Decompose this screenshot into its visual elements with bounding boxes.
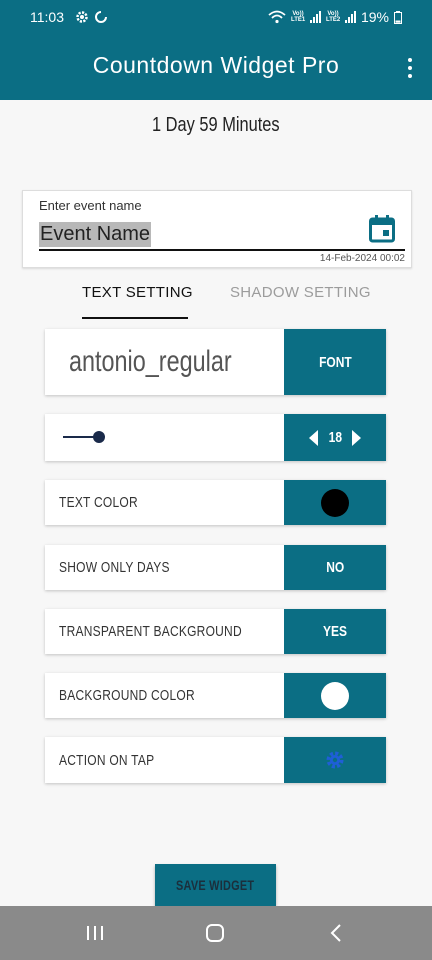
background-color-row: BACKGROUND COLOR: [45, 673, 386, 718]
sim2-label: Vo)) LTE2: [325, 11, 341, 23]
back-icon[interactable]: [324, 921, 350, 945]
signal-1-icon: [309, 11, 321, 23]
battery-icon: [394, 10, 402, 24]
background-color-button[interactable]: [284, 673, 386, 718]
size-slider-thumb[interactable]: [93, 431, 105, 443]
navigation-bar: [0, 906, 432, 960]
font-name: antonio_regular: [69, 345, 232, 378]
font-row: antonio_regular FONT: [45, 329, 386, 395]
tab-shadow-setting[interactable]: SHADOW SETTING: [230, 284, 371, 301]
transparent-background-label: TRANSPARENT BACKGROUND: [59, 623, 242, 640]
action-on-tap-button[interactable]: [284, 737, 386, 783]
gear-icon: [326, 751, 344, 769]
more-options-icon[interactable]: [406, 58, 414, 78]
signal-2-icon: [344, 11, 356, 23]
action-on-tap-label: ACTION ON TAP: [59, 751, 155, 769]
event-date: 14-Feb-2024 00:02: [319, 253, 405, 264]
background-color-label: BACKGROUND COLOR: [59, 687, 195, 704]
app-bar: Countdown Widget Pro: [0, 36, 432, 100]
show-only-days-row: SHOW ONLY DAYS NO: [45, 545, 386, 590]
event-name-card: Enter event name Event Name 14-Feb-2024 …: [22, 190, 412, 268]
wifi-icon: [268, 10, 286, 24]
event-name-input[interactable]: [39, 221, 405, 251]
transparent-background-toggle[interactable]: YES: [284, 609, 386, 654]
action-on-tap-row: ACTION ON TAP: [45, 737, 386, 783]
save-widget-button[interactable]: SAVE WIDGET: [155, 864, 276, 906]
text-color-label: TEXT COLOR: [59, 494, 138, 511]
text-color-button[interactable]: [284, 480, 386, 525]
battery-percent: 19%: [360, 9, 389, 25]
recent-apps-icon[interactable]: [82, 921, 108, 945]
event-name-label: Enter event name: [39, 198, 142, 213]
text-color-swatch: [321, 488, 349, 517]
font-button[interactable]: FONT: [284, 329, 386, 395]
background-color-swatch: [321, 681, 349, 710]
active-tab-indicator: [82, 317, 188, 319]
increase-size-icon[interactable]: [352, 429, 362, 446]
tab-text-setting[interactable]: TEXT SETTING: [82, 284, 193, 301]
show-only-days-toggle[interactable]: NO: [284, 545, 386, 590]
sync-status-icon: [95, 11, 107, 23]
home-icon[interactable]: [202, 921, 228, 945]
size-row: 18: [45, 414, 386, 461]
size-stepper: 18: [284, 414, 386, 461]
calendar-icon[interactable]: [369, 215, 395, 243]
decrease-size-icon[interactable]: [308, 429, 318, 446]
status-time: 11:03: [30, 9, 64, 25]
transparent-background-row: TRANSPARENT BACKGROUND YES: [45, 609, 386, 654]
countdown-text: 1 Day 59 Minutes: [152, 114, 280, 136]
status-bar: 11:03 Vo)) LTE1 Vo)) LTE2 19%: [0, 0, 432, 36]
app-title: Countdown Widget Pro: [92, 52, 340, 78]
size-value: 18: [328, 429, 342, 446]
text-color-row: TEXT COLOR: [45, 480, 386, 525]
sim1-label: Vo)) LTE1: [290, 11, 306, 23]
show-only-days-label: SHOW ONLY DAYS: [59, 559, 170, 576]
settings-status-icon: [76, 11, 88, 23]
